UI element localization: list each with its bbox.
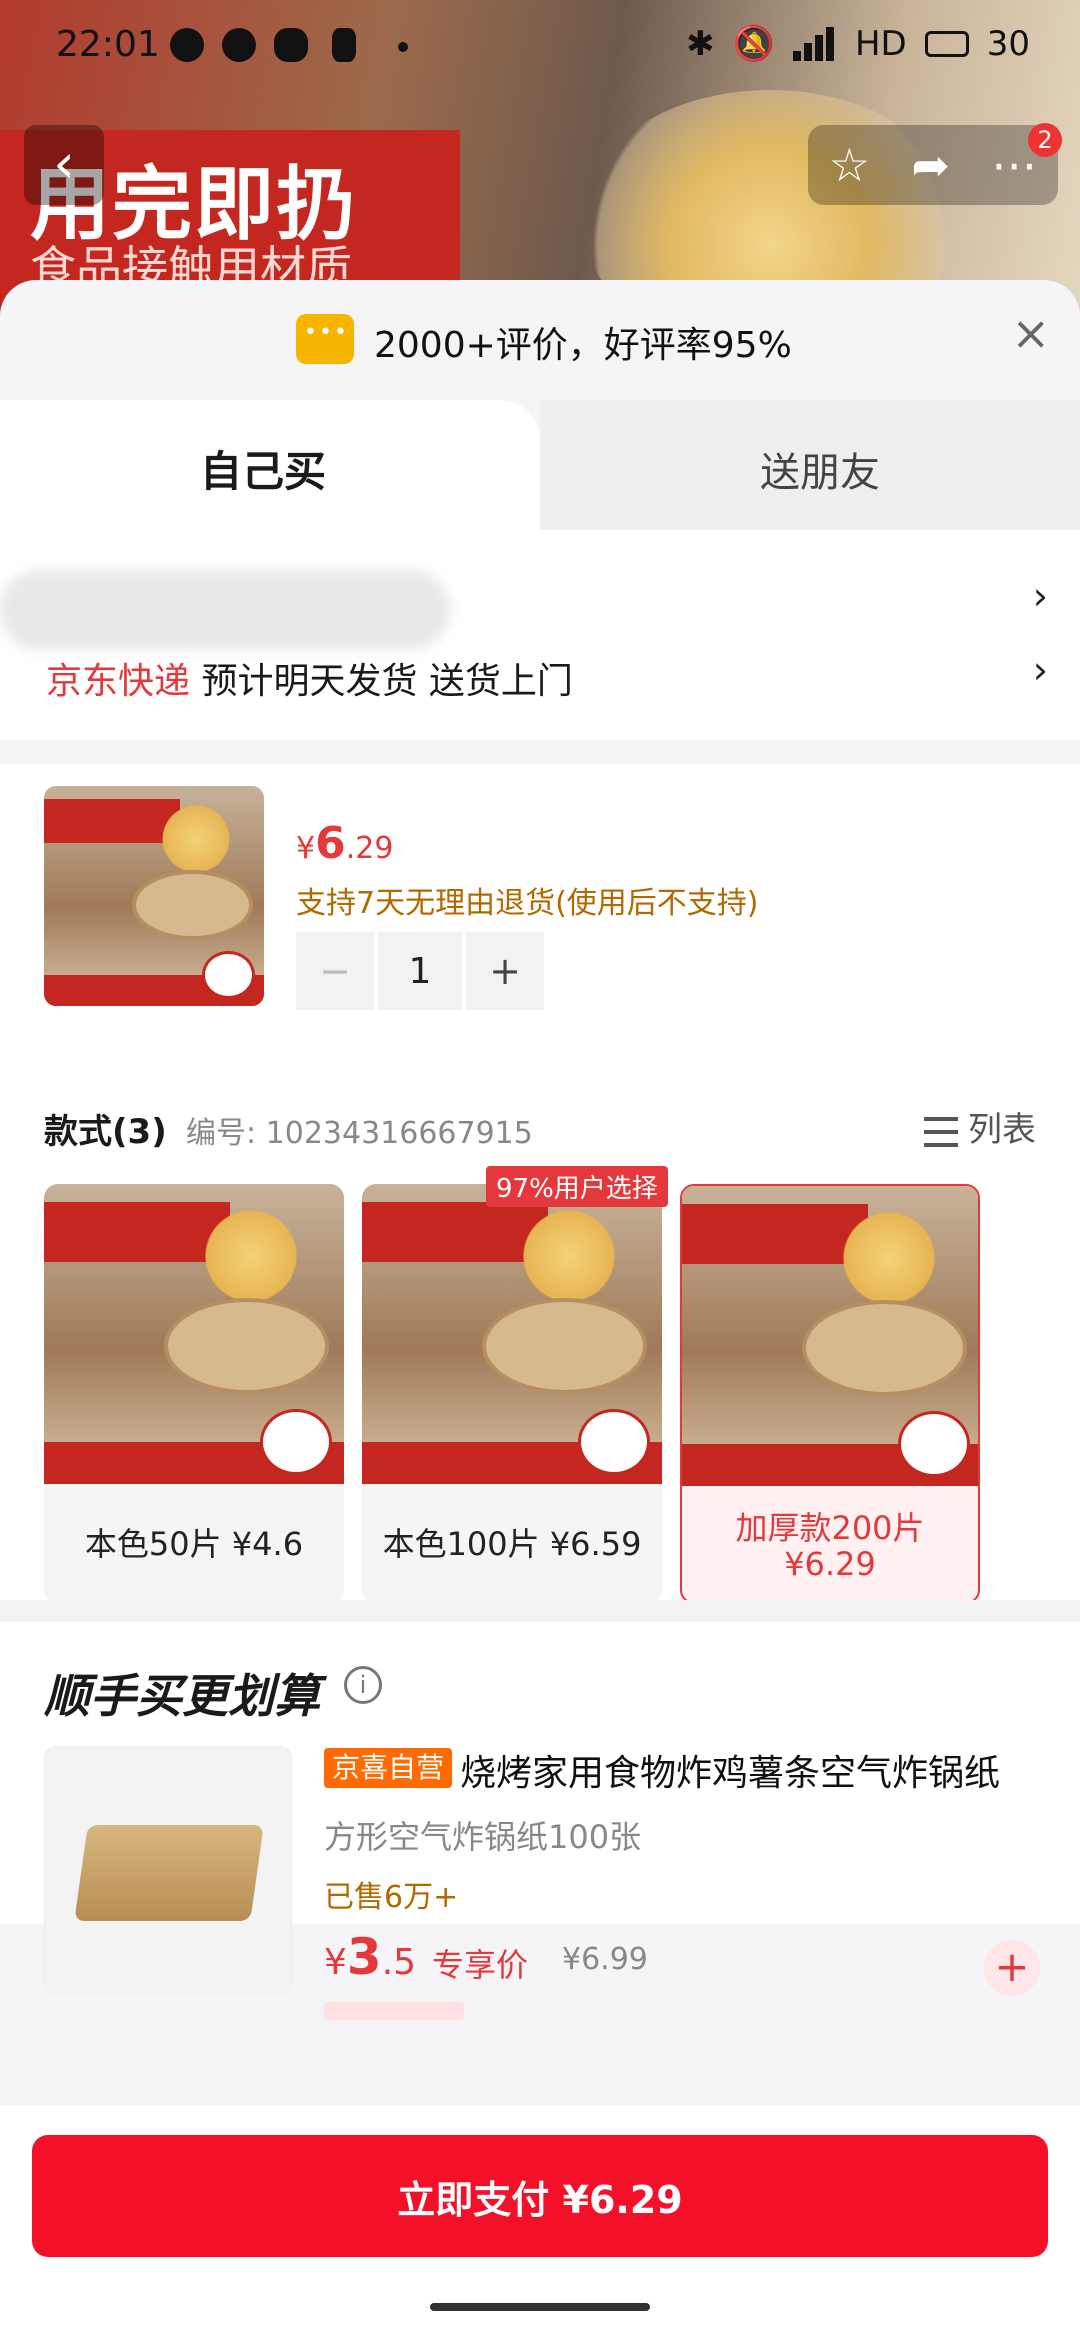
- popular-badge: 97%用户选择: [486, 1166, 668, 1207]
- product-thumbnail[interactable]: [44, 786, 264, 1006]
- status-right: ✱ 🔕 HD 30: [686, 24, 1030, 64]
- addon-sold-count: 已售6万+: [324, 1880, 459, 1915]
- app-icon: [222, 28, 256, 62]
- status-bar: 22:01 ✱ 🔕 HD 30: [0, 0, 1080, 90]
- tab-gift-friend[interactable]: 送朋友: [540, 400, 1080, 530]
- tab-label: 送朋友: [760, 450, 880, 496]
- share-icon[interactable]: ➦: [911, 138, 950, 192]
- return-policy: 支持7天无理由退货(使用后不支持): [296, 886, 759, 921]
- jingxi-tag: 京喜自营: [324, 1748, 453, 1788]
- addon-product-image[interactable]: [44, 1746, 292, 1994]
- walk-icon: [332, 28, 356, 62]
- hd-label: HD: [854, 24, 907, 64]
- addon-price: ¥3.5: [324, 1928, 417, 1986]
- decrease-button[interactable]: −: [296, 932, 374, 1010]
- list-view-button[interactable]: 列表: [924, 1102, 1036, 1151]
- style-option-image: [44, 1184, 344, 1484]
- top-actions: ☆ ➦ ⋯: [808, 125, 1058, 205]
- style-option[interactable]: 本色50片 ¥4.6: [44, 1184, 344, 1604]
- quantity-value[interactable]: 1: [378, 932, 462, 1010]
- back-button[interactable]: ‹: [24, 125, 104, 205]
- courier-label: 京东快递: [46, 661, 191, 702]
- styles-heading: 款式(3): [44, 1112, 167, 1152]
- style-option-image: [682, 1186, 978, 1486]
- mute-icon: 🔕: [732, 24, 775, 64]
- message-icon: [170, 28, 204, 62]
- bluetooth-icon: ✱: [686, 24, 715, 64]
- delivery-section: › 京东快递 预计明天发货 送货上门 ›: [0, 530, 1080, 740]
- section-divider: [0, 1600, 1080, 1622]
- product-section: ¥6.29 支持7天无理由退货(使用后不支持) − 1 + 款式(3) 编号: …: [0, 764, 1080, 2020]
- purchase-sheet: 2000+评价，好评率95% × 自己买 送朋友 › 京东快递 预计明天发货 送…: [0, 280, 1080, 2340]
- status-time: 22:01: [56, 24, 160, 65]
- original-price: ¥6.99: [562, 1942, 648, 1977]
- quantity-stepper: − 1 +: [296, 932, 544, 1010]
- style-option[interactable]: 本色100片 ¥6.59: [362, 1184, 662, 1604]
- add-addon-button[interactable]: +: [984, 1940, 1040, 1996]
- dot-icon: [398, 42, 408, 52]
- addon-section: 顺手买更划算 i 京喜自营 烧烤家用食物炸鸡薯条空气炸锅纸 方形空气炸锅纸100…: [0, 1622, 1080, 2020]
- bottom-bar: 立即支付 ¥6.29: [0, 2105, 1080, 2340]
- chevron-right-icon[interactable]: ›: [1033, 574, 1048, 618]
- delivery-text: 预计明天发货 送货上门: [190, 661, 573, 702]
- style-option-label: 本色100片 ¥6.59: [382, 1525, 642, 1563]
- battery-icon: [924, 31, 969, 57]
- address-blurred[interactable]: [0, 570, 450, 650]
- list-icon: [924, 1116, 958, 1147]
- close-icon[interactable]: ×: [1011, 306, 1050, 360]
- review-summary-text: 2000+评价，好评率95%: [374, 325, 792, 366]
- notification-badge: 2: [1028, 123, 1062, 157]
- style-option-selected[interactable]: 加厚款200片 ¥6.29: [680, 1184, 980, 1604]
- signal-icon: [792, 27, 837, 61]
- increase-button[interactable]: +: [466, 932, 544, 1010]
- product-price: ¥6.29: [296, 818, 394, 869]
- tab-label: 自己买: [200, 447, 327, 496]
- addon-title: 顺手买更划算: [44, 1669, 320, 1723]
- pay-now-button[interactable]: 立即支付 ¥6.29: [32, 2135, 1048, 2257]
- info-icon[interactable]: i: [344, 1666, 382, 1704]
- savings-badge: [324, 2002, 464, 2020]
- list-label: 列表: [968, 1110, 1036, 1150]
- review-summary-bar: 2000+评价，好评率95% ×: [0, 280, 1080, 400]
- home-indicator: [430, 2303, 650, 2311]
- purchase-tabs: 自己买 送朋友: [0, 400, 1080, 530]
- favorite-star-icon[interactable]: ☆: [829, 138, 870, 192]
- chevron-right-icon[interactable]: ›: [1033, 648, 1048, 692]
- delivery-info[interactable]: 京东快递 预计明天发货 送货上门: [46, 652, 573, 704]
- addon-product-title[interactable]: 烧烤家用食物炸鸡薯条空气炸锅纸: [460, 1744, 1000, 1796]
- product-code: 编号: 10234316667915: [186, 1116, 533, 1151]
- tab-buy-for-self[interactable]: 自己买: [0, 400, 540, 530]
- exclusive-price-label: 专享价: [432, 1946, 529, 1984]
- addon-spec: 方形空气炸锅纸100张: [324, 1818, 642, 1856]
- chat-bubble-icon: [296, 314, 354, 364]
- cloud-icon: [274, 28, 308, 62]
- style-option-label: 加厚款200片 ¥6.29: [735, 1509, 925, 1583]
- style-option-label: 本色50片 ¥4.6: [84, 1525, 304, 1563]
- style-option-image: [362, 1184, 662, 1484]
- battery-level: 30: [986, 24, 1030, 64]
